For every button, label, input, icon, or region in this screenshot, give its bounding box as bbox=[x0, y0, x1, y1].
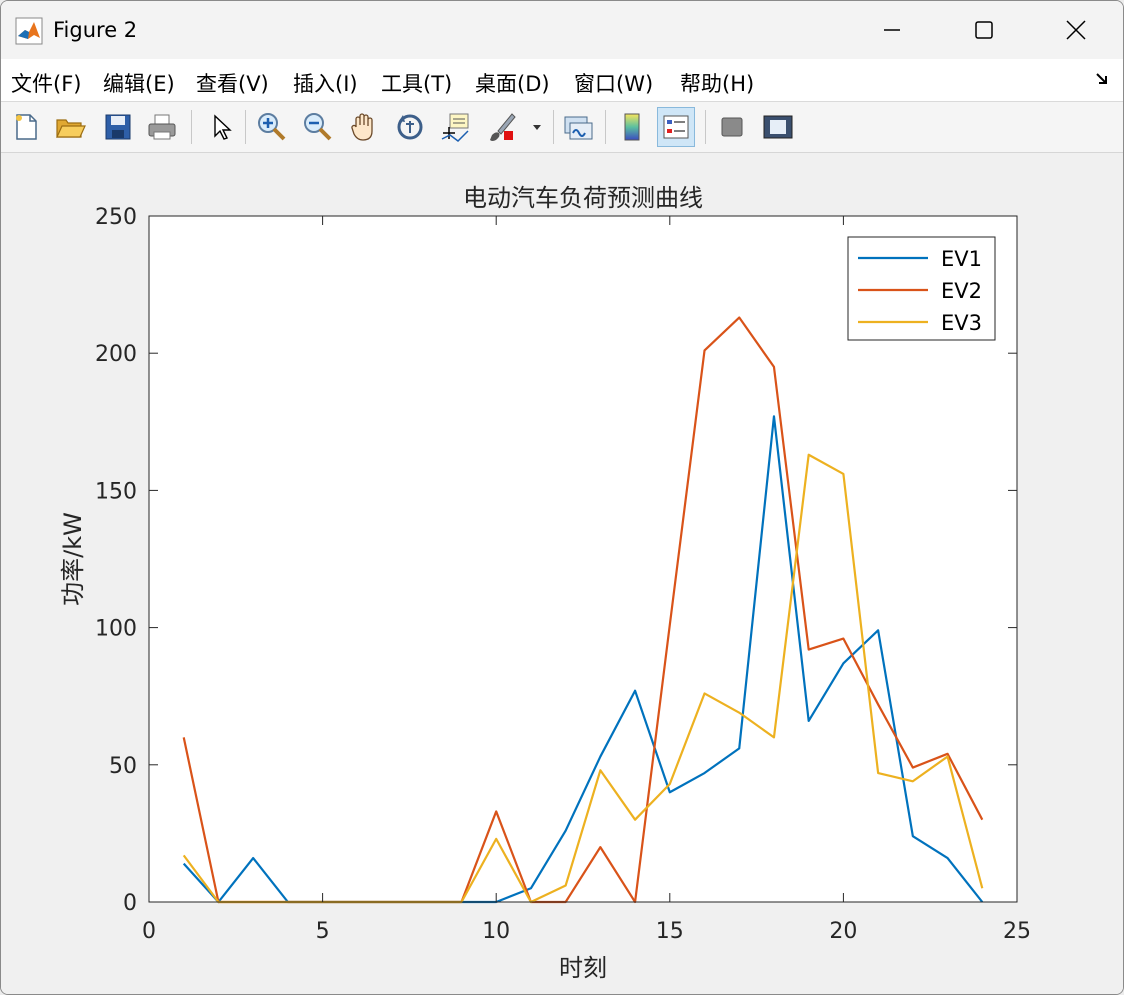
data-cursor-button[interactable] bbox=[437, 107, 475, 147]
matlab-logo-icon bbox=[15, 17, 43, 45]
x-tick-label: 20 bbox=[829, 919, 857, 944]
brush-icon bbox=[490, 113, 516, 141]
pointer-button[interactable] bbox=[201, 107, 239, 147]
figure-canvas-area: 0 5 10 15 20 25 0 50 100 150 200 250 电动汽车负荷预测曲线 时刻 功率/… bbox=[1, 153, 1123, 994]
y-tick-label: 200 bbox=[95, 342, 137, 367]
zoom-in-icon bbox=[258, 113, 286, 141]
maximize-icon bbox=[975, 21, 993, 39]
minimize-icon bbox=[884, 29, 900, 31]
hide-plot-tools-icon bbox=[721, 117, 743, 137]
menu-edit[interactable]: 编辑(E) bbox=[103, 68, 175, 98]
zoom-in-button[interactable] bbox=[253, 107, 291, 147]
link-plot-button[interactable] bbox=[559, 107, 597, 147]
toolbar-separator bbox=[191, 110, 192, 144]
link-plot-icon bbox=[564, 116, 593, 140]
y-tick-label: 50 bbox=[109, 754, 137, 779]
dock-arrow-icon[interactable] bbox=[1095, 72, 1109, 86]
pan-button[interactable] bbox=[345, 107, 383, 147]
print-button[interactable] bbox=[143, 107, 181, 147]
rotate-button[interactable] bbox=[391, 107, 429, 147]
line-chart: 0 5 10 15 20 25050100150200250电动汽车负荷预测曲线时刻功率/… bbox=[59, 184, 1031, 982]
x-tick-label: 10 bbox=[482, 919, 510, 944]
x-tick-label: 0 bbox=[142, 919, 156, 944]
menu-desktop[interactable]: 桌面(D) bbox=[475, 68, 550, 98]
y-tick-label: 0 bbox=[123, 891, 137, 916]
x-tick-label: 15 bbox=[656, 919, 684, 944]
menu-file[interactable]: 文件(F) bbox=[11, 68, 81, 98]
chart-title: 电动汽车负荷预测曲线 bbox=[463, 184, 703, 212]
hide-plot-tools-button[interactable] bbox=[713, 107, 751, 147]
data-cursor-icon bbox=[441, 113, 469, 142]
pointer-icon bbox=[214, 114, 232, 140]
menu-help[interactable]: 帮助(H) bbox=[680, 68, 754, 98]
legend-label-ev2: EV2 bbox=[941, 279, 982, 303]
y-axis-label: 功率/kW bbox=[59, 512, 87, 606]
y-tick-label: 100 bbox=[95, 617, 137, 642]
toolbar-separator bbox=[705, 110, 706, 144]
pan-hand-icon bbox=[351, 113, 373, 141]
window-title: Figure 2 bbox=[53, 18, 138, 42]
legend-label-ev1: EV1 bbox=[941, 247, 982, 271]
menu-view[interactable]: 查看(V) bbox=[196, 68, 269, 98]
save-button[interactable] bbox=[99, 107, 137, 147]
show-plot-tools-icon bbox=[763, 115, 793, 139]
legend-button[interactable] bbox=[657, 107, 695, 147]
new-figure-button[interactable] bbox=[7, 107, 45, 147]
title-bar[interactable]: Figure 2 bbox=[1, 1, 1123, 59]
print-icon bbox=[148, 114, 176, 140]
dropdown-arrow-icon bbox=[533, 125, 541, 130]
legend-label-ev3: EV3 bbox=[941, 311, 982, 335]
y-tick-label: 250 bbox=[95, 205, 137, 230]
brush-button[interactable] bbox=[483, 107, 521, 147]
menu-bar: 文件(F) 编辑(E) 查看(V) 插入(I) 工具(T) 桌面(D) 窗口(W… bbox=[1, 59, 1123, 102]
show-plot-tools-button[interactable] bbox=[759, 107, 797, 147]
menu-window[interactable]: 窗口(W) bbox=[574, 68, 653, 98]
x-tick-label: 25 bbox=[1003, 919, 1031, 944]
zoom-out-button[interactable] bbox=[299, 107, 337, 147]
maximize-button[interactable] bbox=[938, 1, 1030, 59]
toolbar-separator bbox=[245, 110, 246, 144]
menu-insert[interactable]: 插入(I) bbox=[293, 68, 358, 98]
brush-dropdown-button[interactable] bbox=[525, 107, 549, 147]
toolbar-separator bbox=[553, 110, 554, 144]
x-tick-label: 5 bbox=[316, 919, 330, 944]
save-icon bbox=[105, 114, 131, 140]
close-button[interactable] bbox=[1030, 1, 1122, 59]
figure-toolbar bbox=[1, 102, 1123, 153]
toolbar-separator bbox=[605, 110, 606, 144]
open-file-button[interactable] bbox=[51, 107, 89, 147]
figure-window: Figure 2 文件(F) 编辑(E) 查看(V) 插入(I) 工具(T) 桌… bbox=[0, 0, 1124, 995]
colorbar-icon bbox=[624, 113, 640, 141]
open-file-icon bbox=[56, 119, 86, 138]
minimize-button[interactable] bbox=[846, 1, 938, 59]
rotate-3d-icon bbox=[397, 114, 423, 140]
menu-tools[interactable]: 工具(T) bbox=[381, 68, 452, 98]
y-tick-label: 150 bbox=[95, 479, 137, 504]
zoom-out-icon bbox=[304, 113, 332, 141]
new-figure-icon bbox=[16, 114, 37, 140]
legend-icon bbox=[663, 115, 689, 139]
x-axis-label: 时刻 bbox=[559, 954, 607, 982]
close-icon bbox=[1066, 20, 1086, 40]
colorbar-button[interactable] bbox=[613, 107, 651, 147]
